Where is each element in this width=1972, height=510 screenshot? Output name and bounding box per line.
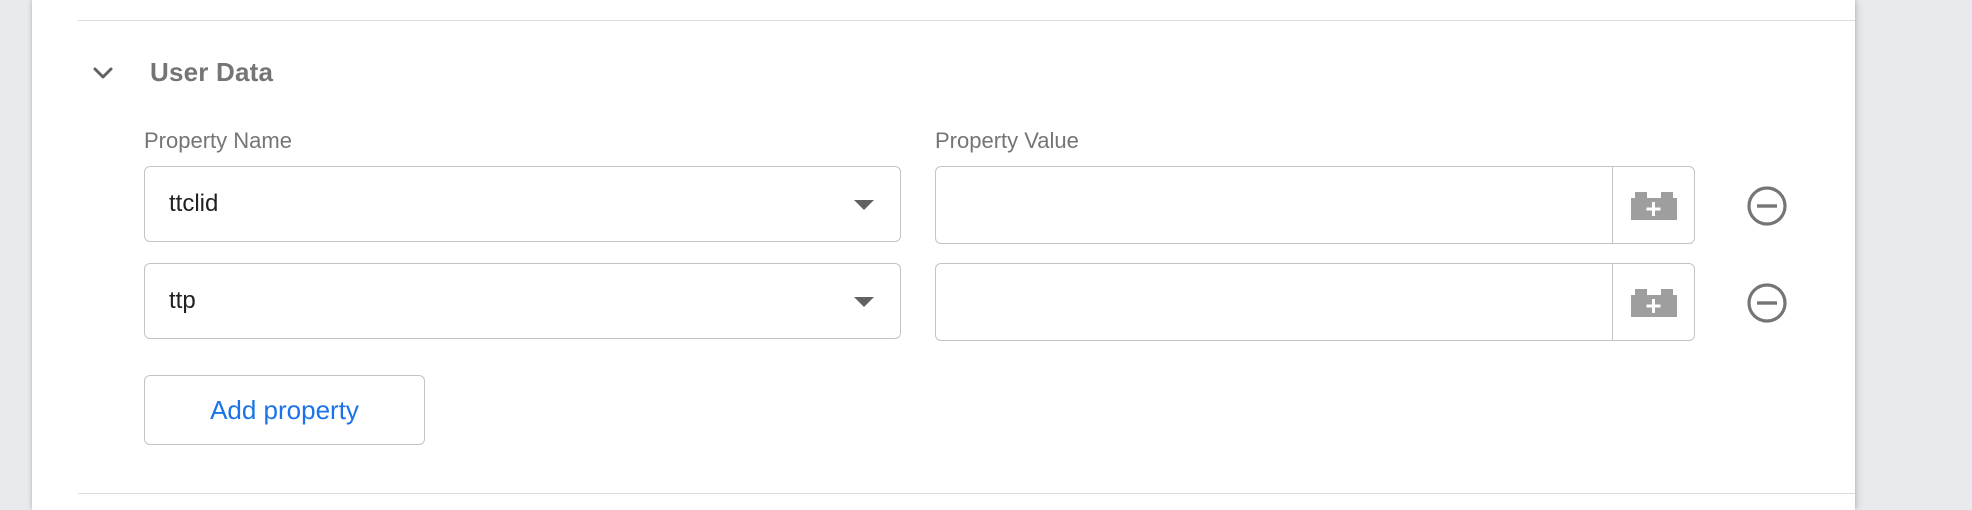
remove-circle-icon	[1747, 283, 1787, 323]
property-name-label: Property Name	[144, 128, 292, 153]
add-property-button[interactable]: Add property	[144, 375, 425, 445]
dropdown-arrow-icon	[854, 297, 874, 307]
property-name-select[interactable]: ttp	[144, 263, 901, 339]
property-name-selected-value: ttclid	[169, 190, 219, 217]
property-value-field	[935, 166, 1695, 244]
section-title: User Data	[150, 57, 274, 87]
remove-circle-icon	[1747, 186, 1787, 226]
section-toggle-button[interactable]	[88, 58, 118, 88]
variable-picker-button[interactable]	[1612, 264, 1694, 340]
variable-picker-icon	[1630, 192, 1677, 220]
section-divider-bottom	[78, 493, 1855, 494]
dropdown-arrow-icon	[854, 200, 874, 210]
chevron-down-icon	[93, 67, 113, 79]
variable-picker-icon	[1630, 289, 1677, 317]
property-value-label: Property Value	[935, 128, 1079, 153]
variable-picker-button[interactable]	[1612, 167, 1694, 243]
remove-row-button[interactable]	[1745, 281, 1789, 325]
section-divider-top	[78, 20, 1855, 21]
property-name-selected-value: ttp	[169, 287, 196, 314]
property-value-input[interactable]	[936, 264, 1612, 340]
remove-row-button[interactable]	[1745, 184, 1789, 228]
property-name-select[interactable]: ttclid	[144, 166, 901, 242]
property-value-input[interactable]	[936, 167, 1612, 243]
property-value-field	[935, 263, 1695, 341]
